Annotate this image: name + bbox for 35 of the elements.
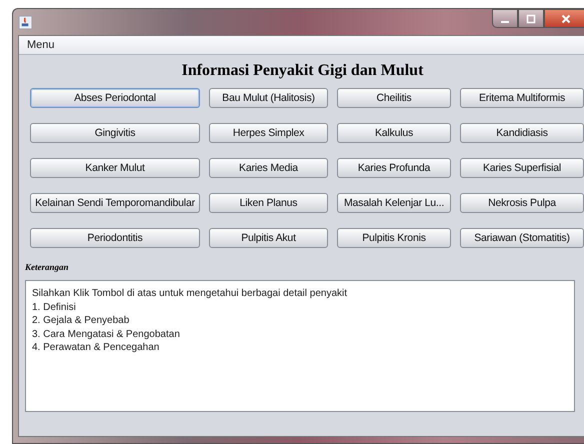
text-line: 2. Gejala & Penyebab xyxy=(32,314,130,328)
disease-button[interactable]: Nekrosis Pulpa xyxy=(460,193,584,213)
maximize-button[interactable] xyxy=(518,9,544,28)
minimize-button[interactable] xyxy=(492,9,518,28)
maximize-icon xyxy=(526,14,536,24)
disease-button[interactable]: Sariawan (Stomatitis) xyxy=(460,228,584,248)
section-label: Keterangan xyxy=(25,262,70,272)
disease-button[interactable]: Periodontitis xyxy=(30,228,200,248)
disease-button[interactable]: Gingivitis xyxy=(30,123,200,143)
text-line: 3. Cara Mengatasi & Pengobatan xyxy=(32,328,181,341)
disease-button[interactable]: Kanker Mulut xyxy=(30,158,200,178)
disease-button[interactable]: Karies Superfisial xyxy=(460,158,584,178)
close-button[interactable] xyxy=(544,9,584,28)
disease-button[interactable]: Kalkulus xyxy=(337,123,451,143)
close-icon xyxy=(561,14,571,24)
disease-button[interactable]: Eritema Multiformis xyxy=(460,88,584,108)
disease-button[interactable]: Pulpitis Akut xyxy=(209,228,328,248)
text-line: 1. Definisi xyxy=(32,300,77,314)
heading: Informasi Penyakit Gigi dan Mulut xyxy=(180,62,424,80)
text-line: Silahkan Klik Tombol di atas untuk mengetahui berbagai detail penyakit xyxy=(32,287,348,300)
menu-item[interactable]: Menu xyxy=(27,39,55,51)
disease-button[interactable]: Cheilitis xyxy=(337,88,451,108)
text-area[interactable]: Silahkan Klik Tombol di atas untuk mengetahui berbagai detail penyakit 1. Definisi 2. Gejala & Penyebab 3. Cara Mengatasi & Pengobatan 4. Perawatan & Pencegahan xyxy=(25,280,575,412)
disease-button[interactable]: Bau Mulut (Halitosis) xyxy=(209,88,328,108)
disease-button[interactable]: Liken Planus xyxy=(209,193,328,213)
disease-button[interactable]: Kandidiasis xyxy=(460,123,584,143)
disease-button[interactable]: Herpes Simplex xyxy=(209,123,328,143)
disease-button[interactable]: Kelainan Sendi Temporomandibular xyxy=(30,193,200,213)
disease-button[interactable]: Karies Media xyxy=(209,158,328,178)
disease-button[interactable]: Masalah Kelenjar Lu... xyxy=(337,193,451,213)
minimize-icon xyxy=(501,20,509,22)
disease-button[interactable]: Pulpitis Kronis xyxy=(337,228,451,248)
disease-button[interactable]: Abses Periodontal xyxy=(30,88,200,108)
text-line: 4. Perawatan & Pencegahan xyxy=(32,341,160,354)
disease-button[interactable]: Karies Profunda xyxy=(337,158,451,178)
